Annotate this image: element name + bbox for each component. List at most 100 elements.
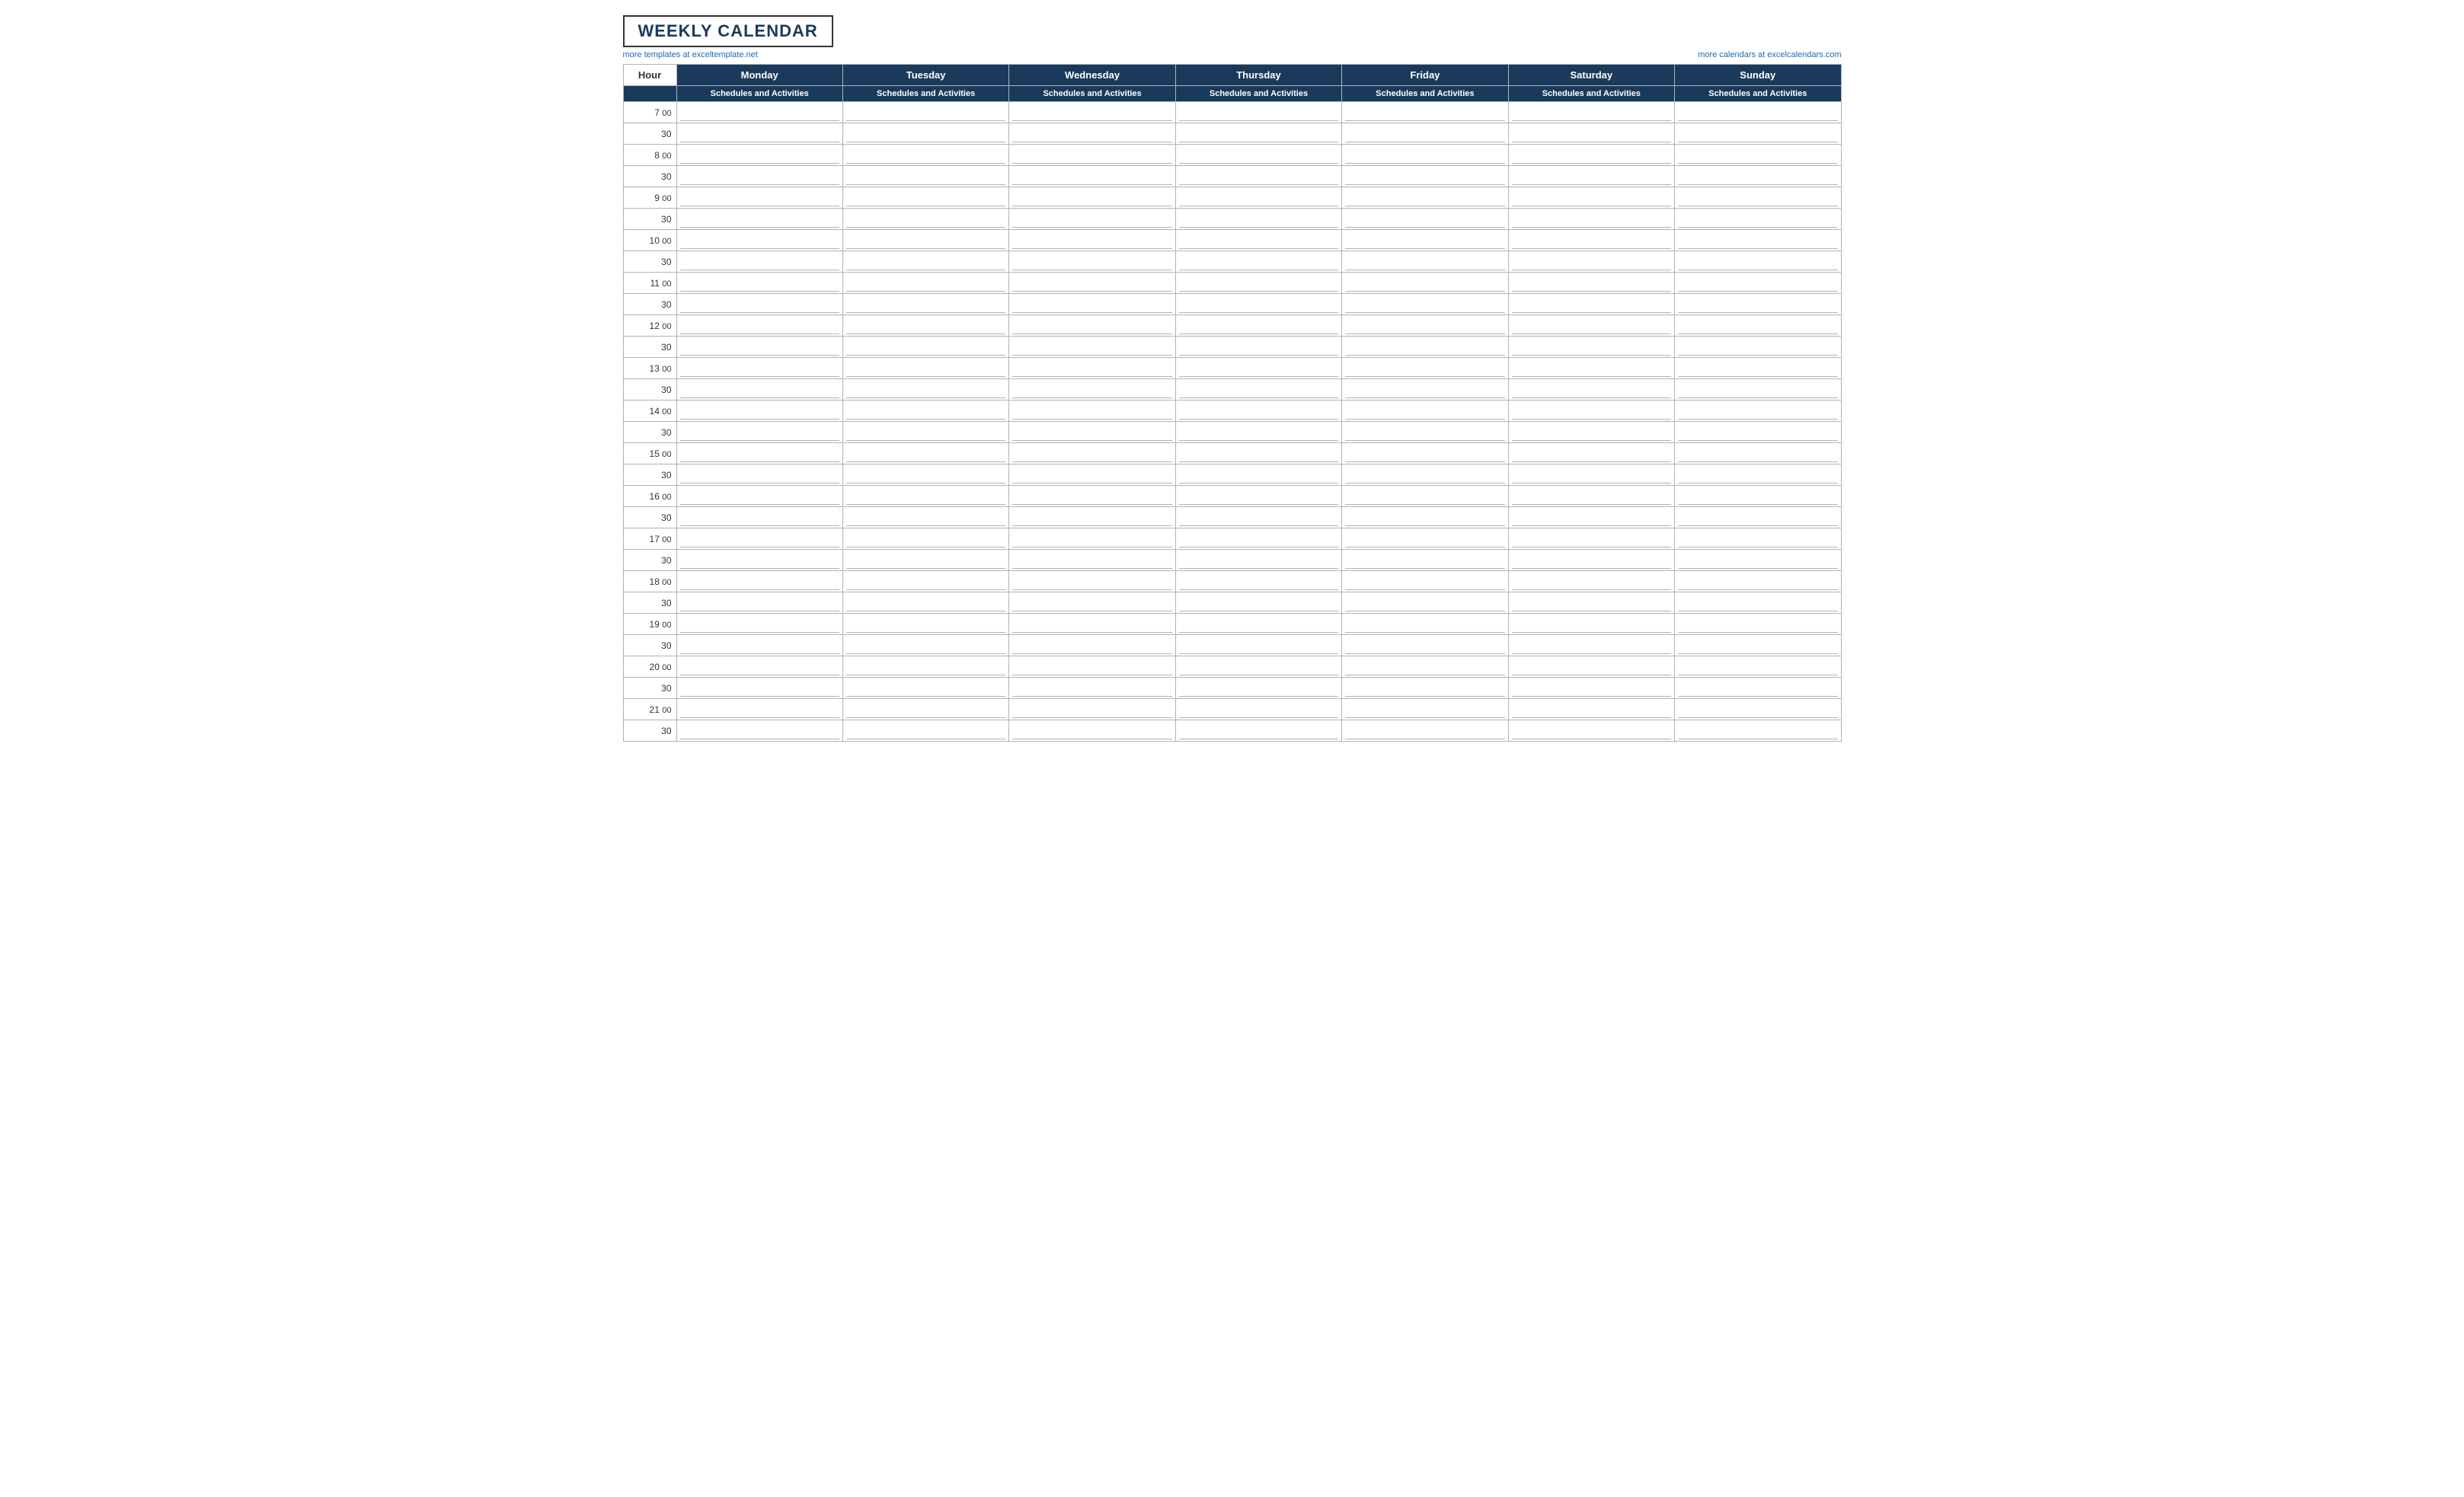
schedule-cell[interactable] <box>676 422 842 443</box>
schedule-cell[interactable] <box>842 550 1008 571</box>
schedule-cell[interactable] <box>1508 592 1674 614</box>
schedule-cell[interactable] <box>1675 592 1841 614</box>
schedule-cell[interactable] <box>1342 528 1508 550</box>
schedule-cell[interactable] <box>1675 251 1841 273</box>
schedule-cell[interactable] <box>676 379 842 401</box>
schedule-cell[interactable] <box>842 294 1008 315</box>
schedule-cell[interactable] <box>1342 315 1508 337</box>
schedule-cell[interactable] <box>1009 422 1175 443</box>
schedule-cell[interactable] <box>1175 592 1341 614</box>
schedule-cell[interactable] <box>1175 507 1341 528</box>
schedule-cell[interactable] <box>1342 273 1508 294</box>
schedule-cell[interactable] <box>1508 486 1674 507</box>
schedule-cell[interactable] <box>1508 635 1674 656</box>
schedule-cell[interactable] <box>1175 337 1341 358</box>
schedule-cell[interactable] <box>1508 294 1674 315</box>
schedule-cell[interactable] <box>842 699 1008 720</box>
schedule-cell[interactable] <box>1508 230 1674 251</box>
schedule-cell[interactable] <box>842 337 1008 358</box>
schedule-cell[interactable] <box>1175 720 1341 742</box>
schedule-cell[interactable] <box>1175 166 1341 187</box>
schedule-cell[interactable] <box>1342 123 1508 145</box>
schedule-cell[interactable] <box>1175 422 1341 443</box>
schedule-cell[interactable] <box>1175 230 1341 251</box>
schedule-cell[interactable] <box>1508 273 1674 294</box>
schedule-cell[interactable] <box>1342 571 1508 592</box>
schedule-cell[interactable] <box>1508 251 1674 273</box>
schedule-cell[interactable] <box>842 528 1008 550</box>
schedule-cell[interactable] <box>1675 123 1841 145</box>
schedule-cell[interactable] <box>1009 571 1175 592</box>
schedule-cell[interactable] <box>842 251 1008 273</box>
schedule-cell[interactable] <box>1508 187 1674 209</box>
schedule-cell[interactable] <box>676 699 842 720</box>
schedule-cell[interactable] <box>1342 230 1508 251</box>
schedule-cell[interactable] <box>842 230 1008 251</box>
schedule-cell[interactable] <box>1508 507 1674 528</box>
schedule-cell[interactable] <box>842 443 1008 464</box>
schedule-cell[interactable] <box>1342 358 1508 379</box>
schedule-cell[interactable] <box>1675 550 1841 571</box>
schedule-cell[interactable] <box>676 507 842 528</box>
schedule-cell[interactable] <box>1009 209 1175 230</box>
schedule-cell[interactable] <box>676 720 842 742</box>
schedule-cell[interactable] <box>1009 102 1175 123</box>
schedule-cell[interactable] <box>1009 635 1175 656</box>
schedule-cell[interactable] <box>1009 507 1175 528</box>
schedule-cell[interactable] <box>1009 315 1175 337</box>
schedule-cell[interactable] <box>1009 251 1175 273</box>
schedule-cell[interactable] <box>1009 464 1175 486</box>
schedule-cell[interactable] <box>1675 379 1841 401</box>
schedule-cell[interactable] <box>676 145 842 166</box>
schedule-cell[interactable] <box>676 294 842 315</box>
schedule-cell[interactable] <box>1175 123 1341 145</box>
schedule-cell[interactable] <box>1009 592 1175 614</box>
schedule-cell[interactable] <box>1175 251 1341 273</box>
schedule-cell[interactable] <box>842 507 1008 528</box>
schedule-cell[interactable] <box>1175 315 1341 337</box>
schedule-cell[interactable] <box>676 209 842 230</box>
schedule-cell[interactable] <box>1675 656 1841 678</box>
schedule-cell[interactable] <box>1009 443 1175 464</box>
schedule-cell[interactable] <box>1508 571 1674 592</box>
schedule-cell[interactable] <box>842 592 1008 614</box>
schedule-cell[interactable] <box>1009 379 1175 401</box>
schedule-cell[interactable] <box>1675 464 1841 486</box>
schedule-cell[interactable] <box>1009 337 1175 358</box>
schedule-cell[interactable] <box>676 123 842 145</box>
schedule-cell[interactable] <box>1009 486 1175 507</box>
schedule-cell[interactable] <box>1175 550 1341 571</box>
schedule-cell[interactable] <box>676 486 842 507</box>
schedule-cell[interactable] <box>1175 678 1341 699</box>
schedule-cell[interactable] <box>1342 592 1508 614</box>
schedule-cell[interactable] <box>1675 187 1841 209</box>
schedule-cell[interactable] <box>676 251 842 273</box>
schedule-cell[interactable] <box>1675 401 1841 422</box>
schedule-cell[interactable] <box>1009 550 1175 571</box>
schedule-cell[interactable] <box>842 720 1008 742</box>
schedule-cell[interactable] <box>842 635 1008 656</box>
schedule-cell[interactable] <box>676 102 842 123</box>
schedule-cell[interactable] <box>1508 699 1674 720</box>
schedule-cell[interactable] <box>1508 145 1674 166</box>
schedule-cell[interactable] <box>1342 337 1508 358</box>
schedule-cell[interactable] <box>842 145 1008 166</box>
link-left[interactable]: more templates at exceltemplate.net <box>623 50 758 59</box>
schedule-cell[interactable] <box>1675 145 1841 166</box>
schedule-cell[interactable] <box>1675 166 1841 187</box>
schedule-cell[interactable] <box>1342 422 1508 443</box>
schedule-cell[interactable] <box>1175 464 1341 486</box>
link-right[interactable]: more calendars at excelcalendars.com <box>1698 50 1841 59</box>
schedule-cell[interactable] <box>676 273 842 294</box>
schedule-cell[interactable] <box>1009 187 1175 209</box>
schedule-cell[interactable] <box>1675 230 1841 251</box>
schedule-cell[interactable] <box>1675 614 1841 635</box>
schedule-cell[interactable] <box>1342 486 1508 507</box>
schedule-cell[interactable] <box>1175 401 1341 422</box>
schedule-cell[interactable] <box>842 614 1008 635</box>
schedule-cell[interactable] <box>1175 102 1341 123</box>
schedule-cell[interactable] <box>1675 635 1841 656</box>
schedule-cell[interactable] <box>1175 571 1341 592</box>
schedule-cell[interactable] <box>1009 699 1175 720</box>
schedule-cell[interactable] <box>1342 656 1508 678</box>
